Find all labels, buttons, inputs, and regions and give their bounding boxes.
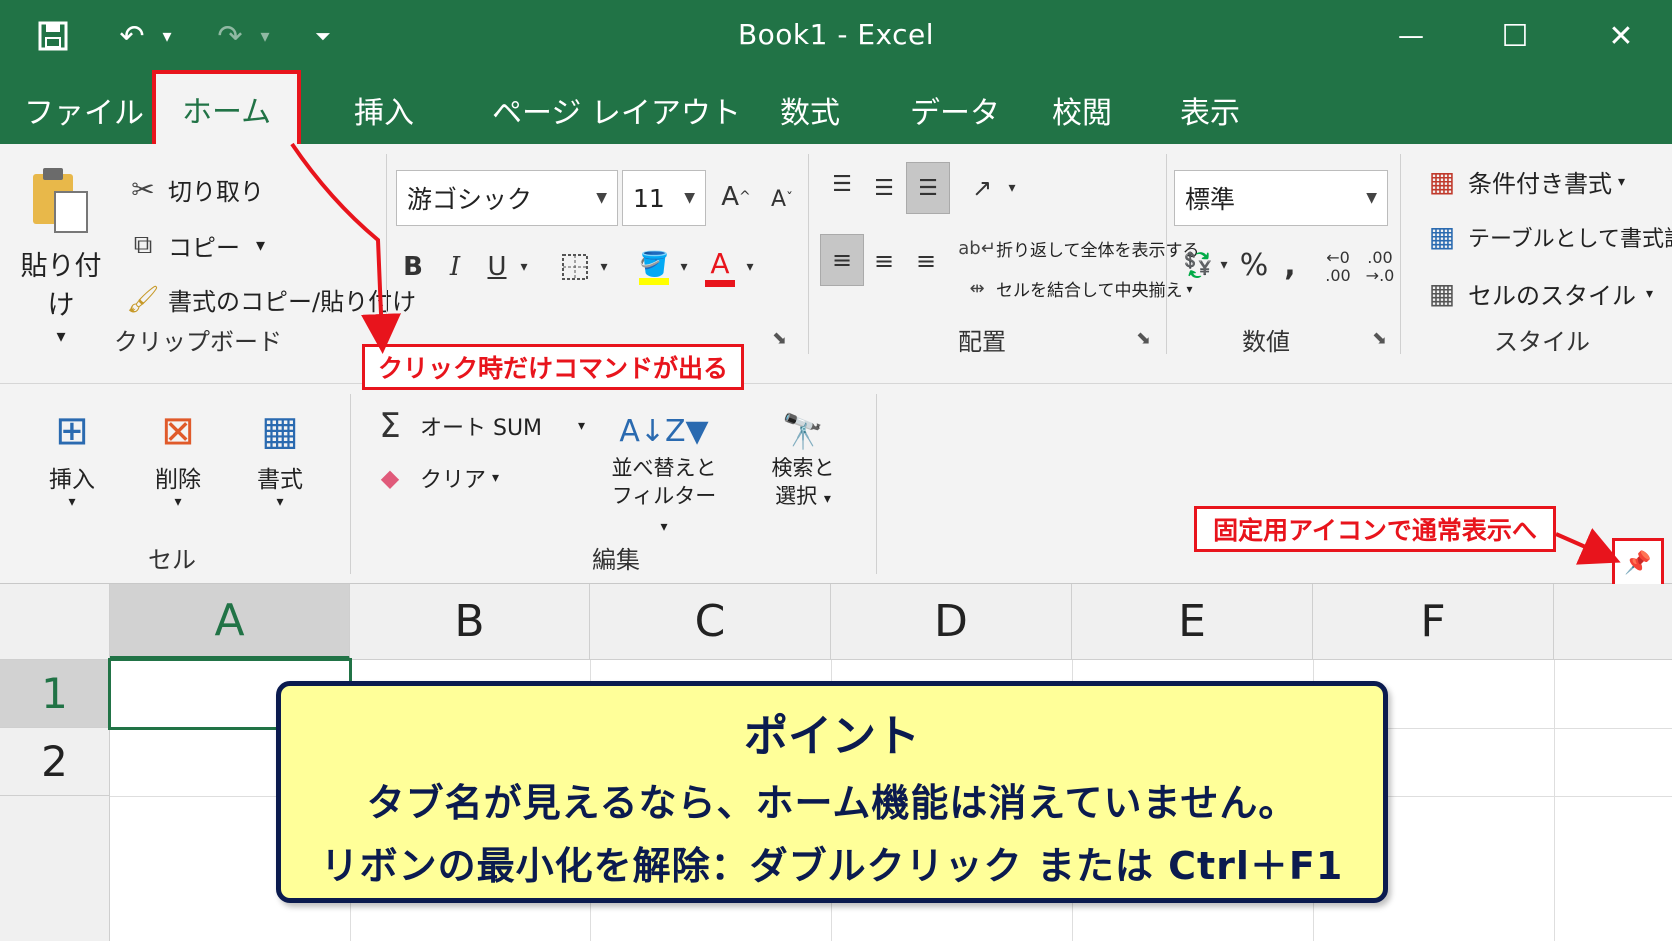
point-line-1: タブ名が見えるなら、ホーム機能は消えていません。 — [366, 781, 1298, 825]
column-header-f[interactable]: F — [1313, 584, 1554, 660]
point-note: ポイント タブ名が見えるなら、ホーム機能は消えていません。 リボンの最小化を解除… — [276, 681, 1388, 903]
column-header-e[interactable]: E — [1072, 584, 1313, 660]
arrow-pin — [1555, 528, 1621, 565]
row-header-2[interactable]: 2 — [0, 728, 110, 796]
column-header-c[interactable]: C — [590, 584, 831, 660]
column-header-d[interactable]: D — [831, 584, 1072, 660]
grid-line — [1554, 660, 1555, 941]
column-header-a[interactable]: A — [110, 584, 350, 660]
row-header-3[interactable] — [0, 796, 110, 941]
row-header-1[interactable]: 1 — [0, 660, 110, 728]
select-all-corner[interactable] — [0, 584, 110, 660]
column-header-b[interactable]: B — [350, 584, 590, 660]
point-title: ポイント — [744, 711, 920, 762]
arrow-click — [290, 142, 402, 354]
column-header-g[interactable] — [1554, 584, 1672, 660]
point-line-2: リボンの最小化を解除：ダブルクリック または Ctrl＋F1 — [320, 844, 1344, 888]
